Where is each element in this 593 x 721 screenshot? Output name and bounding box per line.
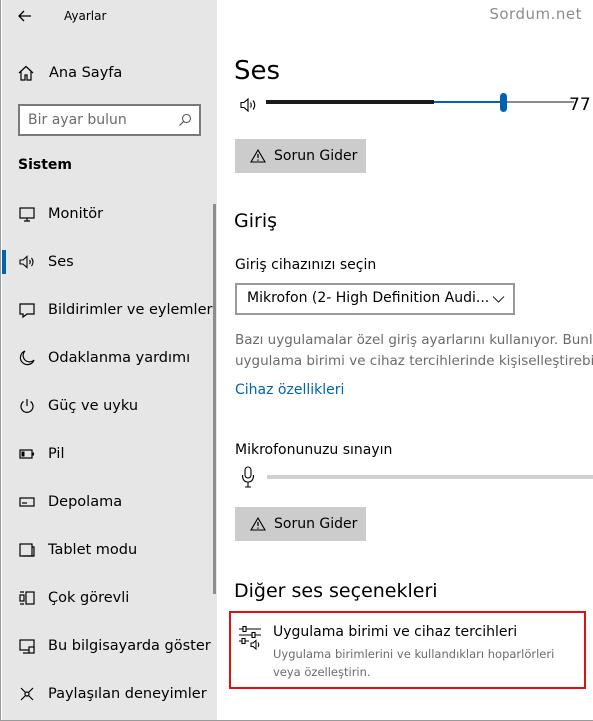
- watermark: Sordum.net: [489, 5, 582, 23]
- app-volume-title: Uygulama birimi ve cihaz tercihleri: [273, 624, 518, 640]
- app-title: Ayarlar: [64, 9, 107, 23]
- sidebar-item-multitasking[interactable]: Çok görevli: [2, 574, 216, 622]
- power-icon: [20, 399, 34, 413]
- sidebar-item-battery[interactable]: Pil: [2, 430, 216, 478]
- troubleshoot-label: Sorun Gider: [274, 516, 358, 532]
- shared-icon: [20, 687, 34, 701]
- monitor-icon: [19, 207, 35, 222]
- slider-fill: [266, 100, 434, 104]
- sidebar-item-label: Odaklanma yardımı: [48, 350, 191, 366]
- sidebar-item-label: Bu bilgisayarda göster: [48, 638, 211, 654]
- volume-row: [239, 93, 589, 117]
- sidebar-item-storage[interactable]: Depolama: [2, 478, 216, 526]
- warning-icon: [250, 517, 266, 531]
- home-link[interactable]: Ana Sayfa: [17, 60, 207, 86]
- sidebar-item-label: Monitör: [48, 206, 104, 222]
- volume-value: 77: [569, 95, 591, 115]
- sidebar-item-shared-experiences[interactable]: Paylaşılan deneyimler: [2, 670, 216, 718]
- input-description-line: uygulama birimi ve cihaz tercihlerinde k…: [235, 353, 593, 369]
- battery-icon: [19, 449, 34, 459]
- slider-thumb[interactable]: [500, 93, 507, 112]
- sidebar-item-label: Ses: [48, 254, 74, 270]
- input-device-value: Mikrofon (2- High Definition Audi...: [247, 290, 490, 306]
- troubleshoot-label: Sorun Gider: [274, 148, 358, 164]
- project-icon: [19, 639, 35, 654]
- sidebar-item-label: Paylaşılan deneyimler: [48, 686, 207, 702]
- input-description-line: Bazı uygulamalar özel giriş ayarlarını k…: [235, 332, 593, 348]
- sidebar-item-label: Tablet modu: [48, 542, 138, 558]
- device-properties-link[interactable]: Cihaz özellikleri: [235, 382, 344, 398]
- tablet-icon: [19, 543, 35, 557]
- home-label: Ana Sayfa: [49, 65, 123, 81]
- slider-fill-accent: [434, 101, 500, 103]
- mic-level-meter: [267, 475, 593, 479]
- sidebar-item-focus-assist[interactable]: Odaklanma yardımı: [2, 334, 216, 382]
- main-panel: Sordum.net Ses 77 Sorun Gider Giriş Giri…: [217, 0, 593, 720]
- microphone-icon: [241, 466, 255, 488]
- sidebar-item-sound[interactable]: Ses: [2, 238, 216, 286]
- warning-icon: [250, 149, 266, 163]
- sidebar-item-label: Çok görevli: [48, 590, 130, 606]
- search-input[interactable]: [28, 111, 173, 129]
- page-title: Ses: [234, 56, 281, 86]
- search-icon[interactable]: [178, 113, 192, 127]
- back-arrow-icon[interactable]: [16, 7, 34, 25]
- sidebar-item-label: Bildirimler ve eylemler: [48, 302, 213, 318]
- input-heading: Giriş: [234, 210, 277, 232]
- sidebar-item-monitor[interactable]: Monitör: [2, 190, 216, 238]
- mic-troubleshoot-button[interactable]: Sorun Gider: [235, 507, 366, 541]
- section-title: Sistem: [18, 157, 72, 173]
- storage-icon: [19, 497, 35, 507]
- sidebar-item-label: Pil: [48, 446, 65, 462]
- mixer-icon: [239, 625, 261, 650]
- sidebar-item-project[interactable]: Bu bilgisayarda göster: [2, 622, 216, 670]
- app-volume-preferences[interactable]: Uygulama birimi ve cihaz tercihleri Uygu…: [229, 611, 586, 689]
- sidebar-item-notifications[interactable]: Bildirimler ve eylemler: [2, 286, 216, 334]
- volume-slider[interactable]: [266, 93, 574, 117]
- notification-icon: [19, 303, 35, 319]
- other-options-heading: Diğer ses seçenekleri: [234, 580, 438, 602]
- sidebar-nav: Monitör Ses Bildirimler ve eylemler Odak…: [2, 190, 216, 718]
- mic-test-label: Mikrofonunuzu sınayın: [235, 442, 393, 458]
- speaker-icon[interactable]: [239, 96, 259, 114]
- input-device-dropdown[interactable]: Mikrofon (2- High Definition Audi...: [235, 283, 515, 315]
- sidebar: Ayarlar Ana Sayfa Sistem Monitör: [2, 0, 217, 720]
- app-volume-description: Uygulama birimlerini ve kullandıkları ho…: [273, 647, 555, 679]
- settings-window: Ayarlar Ana Sayfa Sistem Monitör: [0, 0, 593, 721]
- sidebar-item-label: Depolama: [48, 494, 123, 510]
- home-icon: [18, 65, 34, 81]
- troubleshoot-button[interactable]: Sorun Gider: [235, 139, 366, 173]
- speaker-icon: [19, 255, 34, 269]
- sidebar-item-label: Güç ve uyku: [48, 398, 139, 414]
- sidebar-scrollbar[interactable]: [213, 204, 216, 594]
- mic-level-row: [241, 466, 593, 490]
- input-device-label: Giriş cihazınızı seçin: [235, 257, 377, 273]
- chevron-down-icon: [492, 296, 505, 303]
- sidebar-item-tablet-mode[interactable]: Tablet modu: [2, 526, 216, 574]
- multitasking-icon: [19, 591, 35, 605]
- moon-icon: [19, 350, 35, 366]
- search-box[interactable]: [18, 104, 201, 136]
- input-description: Bazı uygulamalar özel giriş ayarlarını k…: [235, 330, 593, 372]
- selection-indicator: [2, 250, 6, 274]
- sidebar-item-power[interactable]: Güç ve uyku: [2, 382, 216, 430]
